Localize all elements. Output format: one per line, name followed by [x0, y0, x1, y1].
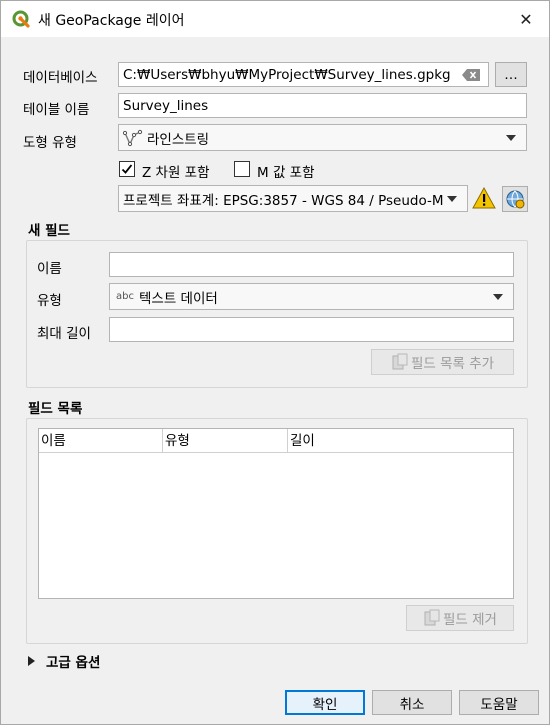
title-bar: 새 GeoPackage 레이어 ✕ [1, 1, 549, 37]
geopackage-layer-dialog: 새 GeoPackage 레이어 ✕ 데이터베이스 C:₩Users₩bhyu₩… [0, 0, 550, 725]
table-name-label: 테이블 이름 [23, 102, 90, 118]
warning-icon [472, 187, 496, 209]
close-button[interactable]: ✕ [503, 1, 549, 37]
m-values-checkbox[interactable] [234, 161, 250, 177]
clear-icon[interactable] [462, 69, 480, 81]
max-length-input[interactable] [109, 317, 514, 342]
geometry-type-label: 도형 유형 [23, 135, 77, 151]
field-name-input[interactable] [109, 252, 514, 277]
z-dimension-checkbox[interactable] [119, 161, 135, 177]
linestring-icon [123, 129, 143, 146]
crs-selector-button[interactable] [502, 186, 528, 212]
geometry-type-dropdown[interactable]: 라인스트링 [118, 124, 527, 151]
help-button[interactable]: 도움말 [459, 690, 539, 715]
column-header-length[interactable]: 길이 [288, 429, 515, 453]
chevron-down-icon [447, 196, 457, 202]
advanced-options-toggle[interactable]: 고급 옵션 [28, 651, 100, 671]
field-name-label: 이름 [37, 261, 62, 277]
field-list-table[interactable]: 이름 유형 길이 [38, 428, 514, 599]
close-icon: ✕ [519, 9, 533, 29]
chevron-down-icon [493, 294, 503, 300]
field-type-label: 유형 [37, 293, 62, 309]
max-length-label: 최대 길이 [37, 326, 91, 342]
column-header-name[interactable]: 이름 [39, 429, 163, 453]
column-header-type[interactable]: 유형 [163, 429, 288, 453]
database-label: 데이터베이스 [23, 70, 98, 86]
crs-dropdown[interactable]: 프로젝트 좌표계: EPSG:3857 - WGS 84 / Pseudo-Me… [118, 185, 468, 212]
table-name-input[interactable]: Survey_lines [118, 93, 527, 118]
ok-button[interactable]: 확인 [285, 690, 365, 715]
table-header: 이름 유형 길이 [39, 429, 513, 453]
z-dimension-label: Z 차원 포함 [142, 165, 210, 181]
window-title: 새 GeoPackage 레이어 [38, 13, 185, 29]
remove-field-icon [424, 609, 440, 626]
cancel-button[interactable]: 취소 [372, 690, 452, 715]
m-values-label: M 값 포함 [257, 165, 315, 181]
field-list-title: 필드 목록 [28, 401, 83, 417]
database-path-field[interactable]: C:₩Users₩bhyu₩MyProject₩Survey_lines.gpk… [118, 62, 489, 87]
chevron-down-icon [506, 135, 516, 141]
field-type-dropdown[interactable]: abc 텍스트 데이터 [109, 283, 514, 310]
browse-button[interactable]: … [495, 62, 527, 87]
new-field-title: 새 필드 [28, 223, 70, 239]
qgis-logo-icon [12, 10, 30, 28]
expand-arrow-icon [28, 656, 35, 666]
remove-field-button[interactable]: 필드 제거 [406, 605, 514, 631]
add-field-icon [392, 353, 408, 370]
text-type-icon: abc [116, 291, 134, 302]
checkmark-icon [121, 164, 133, 174]
crs-selector-icon [506, 190, 525, 209]
add-to-fields-button[interactable]: 필드 목록 추가 [371, 349, 514, 375]
